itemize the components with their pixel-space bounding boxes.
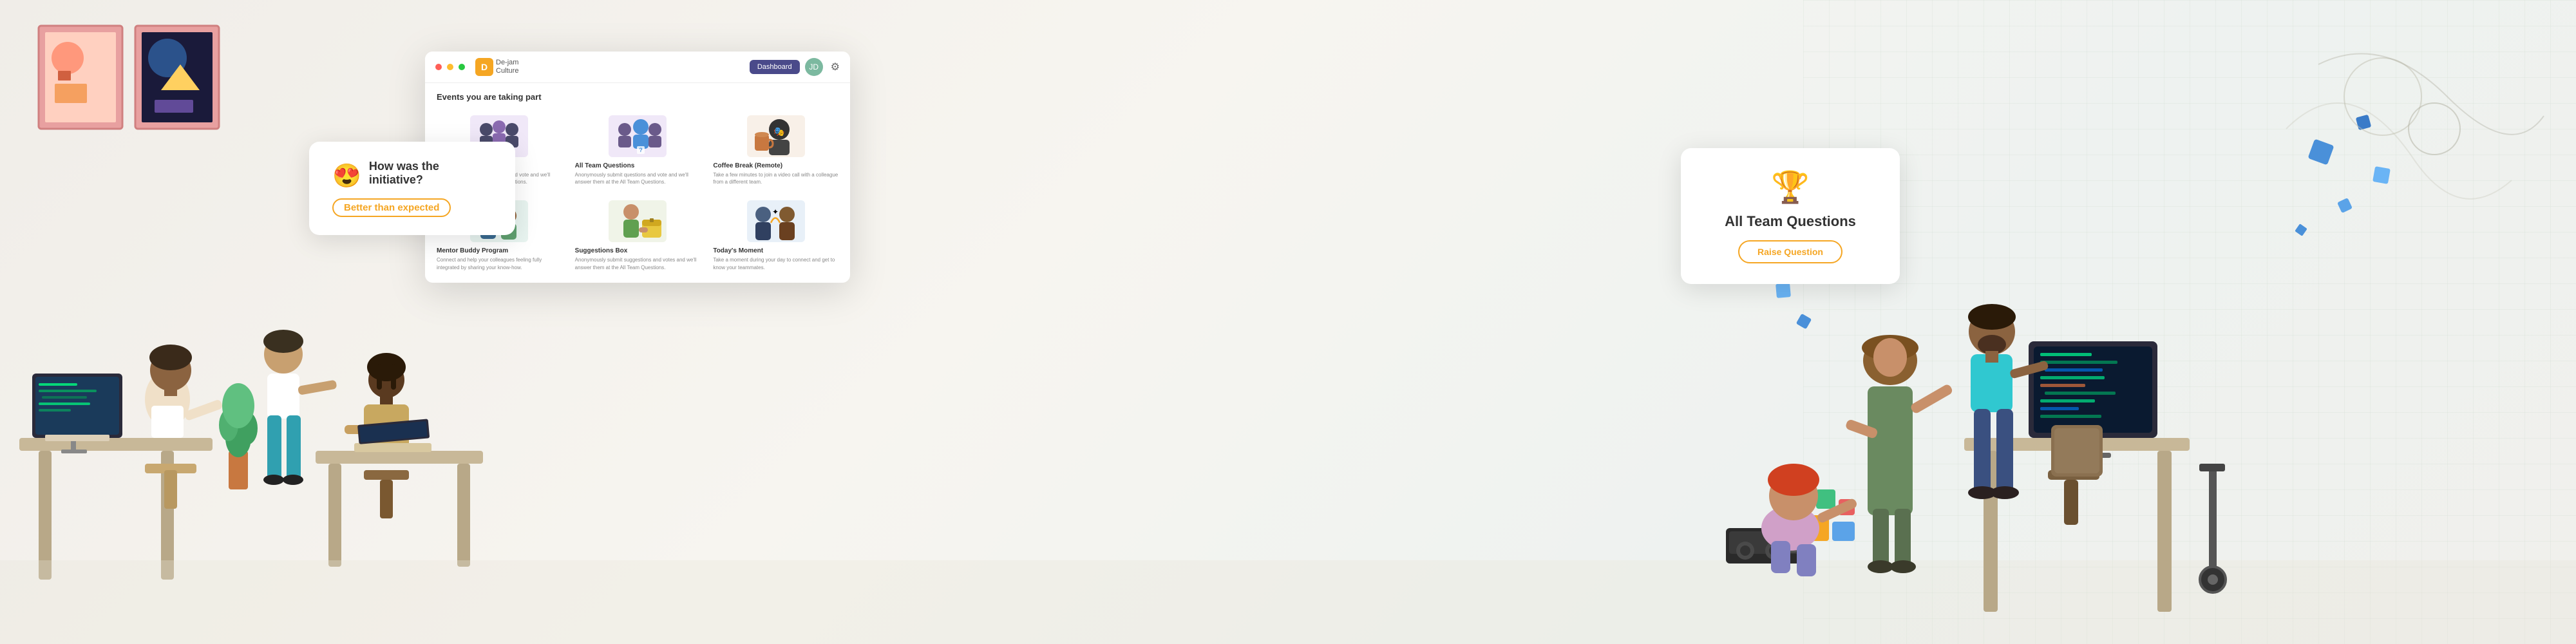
event-image-6: ✦ xyxy=(713,198,838,243)
event-card-5[interactable]: Suggestions Box Anonymously submit sugge… xyxy=(569,192,707,277)
event-title-3: Coffee Break (Remote) xyxy=(713,162,838,169)
raise-question-button[interactable]: Raise Question xyxy=(1738,240,1842,263)
app-logo: D De-jam Culture xyxy=(475,58,518,76)
event-title-5: Suggestions Box xyxy=(575,247,701,254)
event-image-3: 🎭 xyxy=(713,113,838,158)
atq-title: All Team Questions xyxy=(1725,213,1856,230)
dashboard-button[interactable]: Dashboard xyxy=(750,60,800,74)
event-desc-4: Connect and help your colleagues feeling… xyxy=(437,256,562,270)
logo-icon: D xyxy=(475,58,493,76)
event-desc-3: Take a few minutes to join a video call … xyxy=(713,171,838,185)
window-close-dot[interactable] xyxy=(435,64,442,70)
svg-text:?: ? xyxy=(639,147,643,153)
deco-blue-square-r3 xyxy=(2372,166,2391,184)
event-card-2[interactable]: ? All Team Questions Anonymously submit … xyxy=(569,107,707,192)
window-minimize-dot[interactable] xyxy=(447,64,453,70)
svg-text:🎭: 🎭 xyxy=(773,126,784,137)
grid-background xyxy=(1803,0,2576,644)
event-card-6[interactable]: ✦ Today's Moment Take a moment during yo… xyxy=(706,192,845,277)
event-image-2: ? xyxy=(575,113,701,158)
initiative-card: 😍 How was the initiative? Better than ex… xyxy=(309,142,515,235)
all-team-questions-card: 🏆 All Team Questions Raise Question xyxy=(1681,148,1900,284)
event-desc-6: Take a moment during your day to connect… xyxy=(713,256,838,270)
events-section-title: Events you are taking part xyxy=(425,83,850,107)
window-maximize-dot[interactable] xyxy=(459,64,465,70)
event-title-4: Mentor Buddy Program xyxy=(437,247,562,254)
initiative-answer[interactable]: Better than expected xyxy=(332,198,451,217)
event-desc-2: Anonymously submit questions and vote an… xyxy=(575,171,701,185)
event-title-6: Today's Moment xyxy=(713,247,838,254)
user-avatar[interactable]: JD xyxy=(805,58,823,76)
deco-blue-square-4 xyxy=(1776,283,1791,298)
window-titlebar: D De-jam Culture Dashboard JD ⚙ xyxy=(425,52,850,83)
settings-icon[interactable]: ⚙ xyxy=(831,61,840,73)
initiative-question: How was the initiative? xyxy=(369,160,492,187)
trophy-icon: 🏆 xyxy=(1771,169,1810,205)
event-desc-5: Anonymously submit suggestions and votes… xyxy=(575,256,701,270)
event-title-2: All Team Questions xyxy=(575,162,701,169)
initiative-emoji: 😍 xyxy=(332,162,361,189)
svg-text:✦: ✦ xyxy=(772,207,779,216)
logo-text: De-jam Culture xyxy=(496,59,518,75)
event-image-5 xyxy=(575,198,701,243)
event-card-3[interactable]: 🎭 Coffee Break (Remote) Take a few minut… xyxy=(706,107,845,192)
